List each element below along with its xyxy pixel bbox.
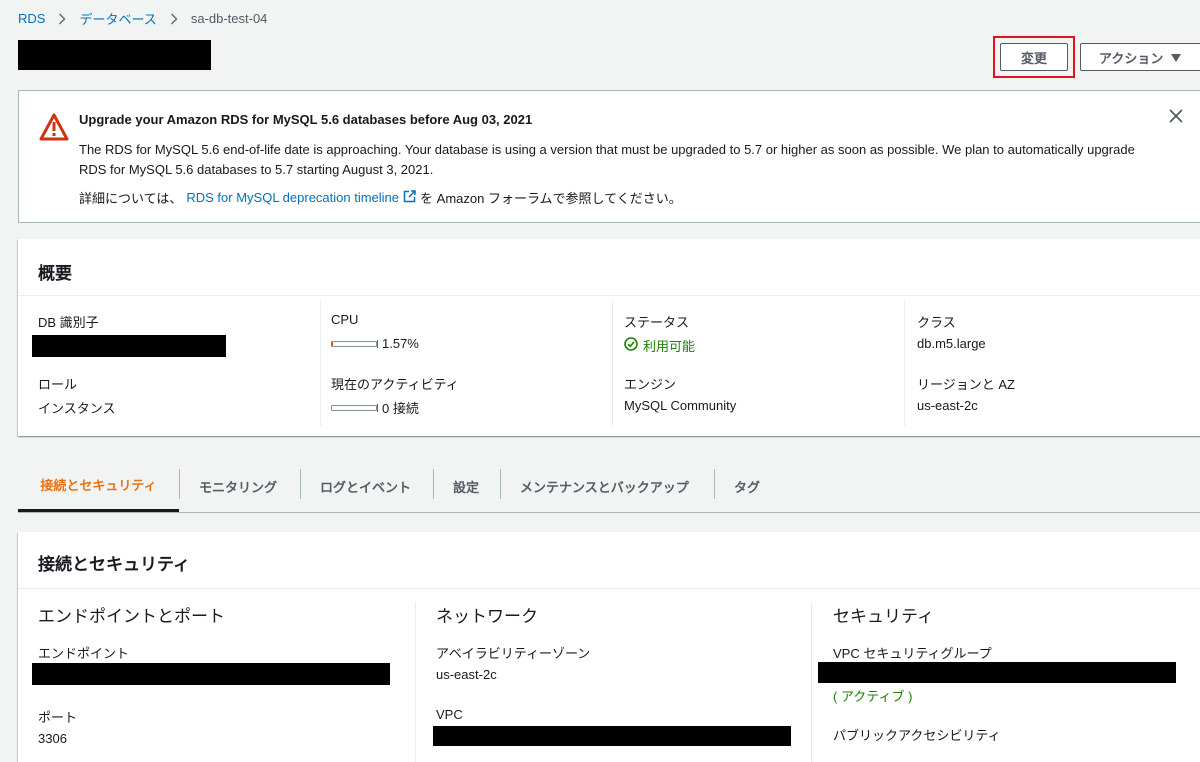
activity-bar [331,403,378,412]
status-label: ステータス [624,315,690,330]
class-label: クラス [917,315,956,330]
tab-divider [500,469,501,499]
security-group-label: VPC セキュリティグループ [833,646,992,661]
modify-button-highlight: 変更 [993,36,1075,78]
engine-value: MySQL Community [624,398,737,413]
detail-tabs: 接続とセキュリティ モニタリング ログとイベント 設定 メンテナンスとバックアッ… [18,460,1200,513]
region-value: us-east-2c [917,398,978,413]
security-group-redacted [818,662,1176,683]
header-actions: 変更 アクション [993,36,1200,78]
cpu-label: CPU [331,312,359,327]
alert-title: Upgrade your Amazon RDS for MySQL 5.6 da… [79,112,533,127]
tab-connectivity[interactable]: 接続とセキュリティ [18,460,179,512]
class-value: db.m5.large [917,336,986,351]
cpu-usage-bar [331,339,378,348]
tab-tags[interactable]: タグ [734,460,760,512]
connectivity-header: 接続とセキュリティ [18,532,1200,589]
endpoint-section-title: エンドポイントとポート [38,607,225,626]
summary-header: 概要 [18,239,1200,296]
breadcrumb-databases-link[interactable]: データベース [79,9,156,28]
engine-label: エンジン [624,377,677,392]
tab-divider [300,469,301,499]
role-value: インスタンス [38,401,116,416]
tab-maintenance-backup[interactable]: メンテナンスとバックアップ [520,460,689,512]
summary-col-class: クラス db.m5.large リージョンと AZ us-east-2c [904,300,1200,426]
status-badge: 利用可能 [624,336,695,355]
summary-title: 概要 [38,264,72,283]
tab-monitoring[interactable]: モニタリング [199,460,277,512]
activity-label: 現在のアクティビティ [331,377,459,392]
deprecation-alert: Upgrade your Amazon RDS for MySQL 5.6 da… [18,90,1200,223]
db-identifier-redacted [32,335,226,357]
warning-icon [39,113,69,144]
region-label: リージョンと AZ [917,377,1015,392]
chevron-right-icon [58,12,67,25]
breadcrumb-current: sa-db-test-04 [190,11,268,26]
endpoint-redacted [32,663,390,685]
connectivity-title: 接続とセキュリティ [38,555,190,574]
actions-label: アクション [1099,50,1164,66]
public-access-label: パブリックアクセシビリティ [833,728,1001,743]
tab-configuration[interactable]: 設定 [453,460,479,512]
breadcrumb-rds-link[interactable]: RDS [18,11,45,26]
connectivity-panel: 接続とセキュリティ エンドポイントとポート エンドポイント ポート 3306 ネ… [18,532,1200,762]
actions-dropdown-button[interactable]: アクション [1080,43,1200,71]
tab-divider [714,469,715,499]
endpoint-section: エンドポイントとポート エンドポイント ポート 3306 [18,589,415,762]
breadcrumb: RDS データベース sa-db-test-04 [18,9,267,28]
db-identifier-label: DB 識別子 [38,315,99,330]
summary-col-cpu: CPU 1.57% 現在のアクティビティ 0 接続 [320,300,613,426]
role-label: ロール [38,377,78,392]
port-label: ポート [38,710,78,725]
network-section-title: ネットワーク [436,607,538,626]
security-group-status: ( アクティブ ) [833,689,913,704]
check-circle-icon [624,337,638,354]
tab-logs-events[interactable]: ログとイベント [320,460,411,512]
caret-down-icon [1171,50,1182,65]
cpu-usage: 1.57% [331,336,419,351]
alert-more-suffix: を Amazon フォーラムで参照してください。 [420,191,682,206]
modify-button[interactable]: 変更 [1000,43,1068,71]
summary-panel: 概要 DB 識別子 ロール インスタンス CPU 1.57% 現在のアクティビテ… [18,239,1200,436]
summary-col-identifier: DB 識別子 ロール インスタンス [18,300,320,426]
activity-value: 0 接続 [382,401,419,416]
tab-divider [433,469,434,499]
page-title-redacted [18,40,211,70]
alert-more-info: 詳細については、 RDS for MySQL deprecation timel… [79,188,682,207]
network-section: ネットワーク アベイラビリティーゾーン us-east-2c VPC [415,602,812,762]
summary-col-status: ステータス 利用可能 エンジン MySQL Community [612,300,905,426]
deprecation-timeline-link[interactable]: RDS for MySQL deprecation timeline [186,190,399,205]
vpc-label: VPC [436,707,463,722]
alert-body: The RDS for MySQL 5.6 end-of-life date i… [79,142,1135,177]
external-link-icon[interactable] [403,189,416,206]
alert-more-prefix: 詳細については、 [79,191,183,206]
tab-divider [179,469,180,499]
az-label: アベイラビリティーゾーン [436,646,591,661]
vpc-redacted [433,726,791,746]
port-value: 3306 [38,731,67,746]
security-section: セキュリティ VPC セキュリティグループ ( アクティブ ) パブリックアクセ… [811,602,1200,762]
security-section-title: セキュリティ [833,607,934,626]
cpu-value: 1.57% [382,336,419,351]
endpoint-label: エンドポイント [38,646,130,661]
activity-usage: 0 接続 [331,398,419,417]
status-value: 利用可能 [643,339,696,354]
close-icon[interactable] [1169,109,1183,126]
chevron-right-icon [170,12,178,25]
az-value: us-east-2c [436,667,497,682]
